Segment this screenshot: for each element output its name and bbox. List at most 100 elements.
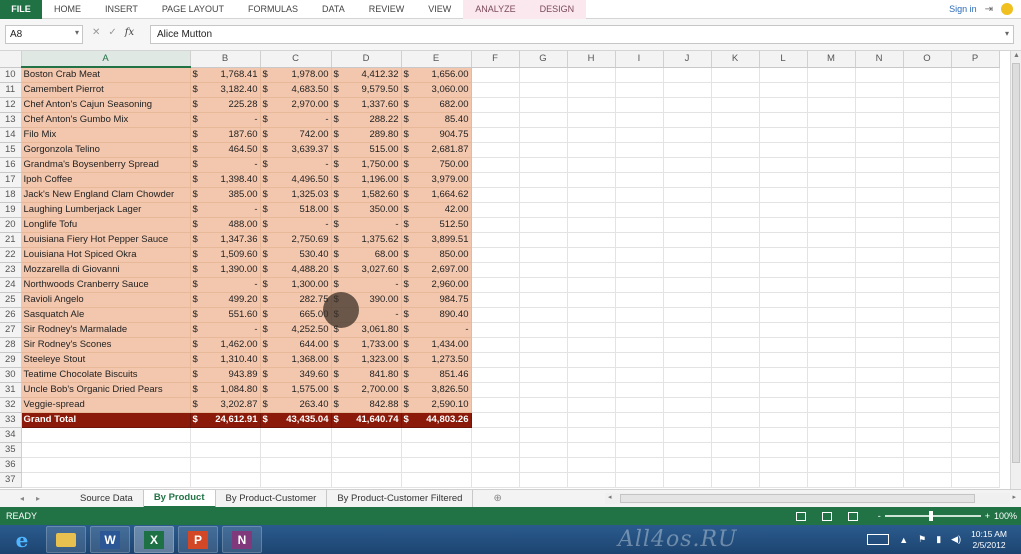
- cell[interactable]: [615, 307, 664, 323]
- cell[interactable]: [471, 202, 520, 218]
- tab-data[interactable]: DATA: [310, 0, 357, 19]
- cell[interactable]: [567, 112, 616, 128]
- cell[interactable]: [615, 67, 664, 83]
- value-cell[interactable]: $1,434.00: [401, 337, 472, 353]
- cell[interactable]: [711, 157, 760, 173]
- product-name-cell[interactable]: Camembert Pierrot: [21, 82, 191, 98]
- row-header[interactable]: 18: [0, 187, 22, 203]
- cell[interactable]: [471, 382, 520, 398]
- zoom-slider-thumb[interactable]: [928, 511, 933, 521]
- cell[interactable]: [260, 457, 332, 473]
- value-cell[interactable]: $518.00: [260, 202, 332, 218]
- column-header-n[interactable]: N: [855, 51, 904, 68]
- zoom-out-button[interactable]: -: [878, 511, 881, 521]
- network-icon[interactable]: ▮: [936, 534, 941, 545]
- product-name-cell[interactable]: Jack's New England Clam Chowder: [21, 187, 191, 203]
- cell[interactable]: [855, 202, 904, 218]
- cell[interactable]: [615, 217, 664, 233]
- cell[interactable]: [190, 472, 261, 488]
- prev-sheet-icon[interactable]: ◂: [20, 494, 24, 503]
- cell[interactable]: [711, 217, 760, 233]
- product-name-cell[interactable]: Veggie-spread: [21, 397, 191, 413]
- cell[interactable]: [759, 397, 808, 413]
- value-cell[interactable]: $-: [260, 157, 332, 173]
- cell[interactable]: [807, 472, 856, 488]
- cell[interactable]: [855, 97, 904, 113]
- cell[interactable]: [759, 262, 808, 278]
- row-header[interactable]: 37: [0, 472, 22, 488]
- cell[interactable]: [519, 97, 568, 113]
- grand-total-value-cell[interactable]: $41,640.74: [331, 412, 402, 428]
- scroll-up-arrow-icon[interactable]: ▲: [1013, 52, 1020, 59]
- cell[interactable]: [759, 157, 808, 173]
- cell[interactable]: [855, 262, 904, 278]
- column-header-j[interactable]: J: [663, 51, 712, 68]
- cell[interactable]: [711, 412, 760, 428]
- row-header[interactable]: 14: [0, 127, 22, 143]
- cell[interactable]: [951, 382, 1000, 398]
- cell[interactable]: [567, 67, 616, 83]
- cell[interactable]: [951, 337, 1000, 353]
- column-header-g[interactable]: G: [519, 51, 568, 68]
- normal-view-icon[interactable]: [795, 511, 806, 521]
- system-clock[interactable]: 10:15 AM 2/5/2012: [971, 529, 1007, 551]
- cell[interactable]: [663, 217, 712, 233]
- row-header[interactable]: 19: [0, 202, 22, 218]
- cell[interactable]: [519, 262, 568, 278]
- product-name-cell[interactable]: Sir Rodney's Scones: [21, 337, 191, 353]
- cell[interactable]: [615, 427, 664, 443]
- value-cell[interactable]: $1,375.62: [331, 232, 402, 248]
- cell[interactable]: [615, 127, 664, 143]
- value-cell[interactable]: $187.60: [190, 127, 261, 143]
- value-cell[interactable]: $644.00: [260, 337, 332, 353]
- tab-home[interactable]: HOME: [42, 0, 93, 19]
- cell[interactable]: [807, 217, 856, 233]
- cell[interactable]: [759, 202, 808, 218]
- cell[interactable]: [567, 217, 616, 233]
- value-cell[interactable]: $841.80: [331, 367, 402, 383]
- value-cell[interactable]: $750.00: [401, 157, 472, 173]
- value-cell[interactable]: $-: [190, 157, 261, 173]
- cell[interactable]: [711, 442, 760, 458]
- cell[interactable]: [567, 157, 616, 173]
- cell[interactable]: [331, 457, 402, 473]
- pin-ribbon-icon[interactable]: ⇥: [985, 4, 993, 15]
- action-center-flag-icon[interactable]: ⚑: [918, 534, 926, 545]
- cell[interactable]: [663, 202, 712, 218]
- value-cell[interactable]: $682.00: [401, 97, 472, 113]
- cell[interactable]: [567, 322, 616, 338]
- tab-review[interactable]: REVIEW: [357, 0, 417, 19]
- value-cell[interactable]: $1,978.00: [260, 67, 332, 83]
- cell[interactable]: [567, 382, 616, 398]
- cell[interactable]: [903, 307, 952, 323]
- cell[interactable]: [519, 352, 568, 368]
- cell[interactable]: [759, 112, 808, 128]
- cell[interactable]: [663, 97, 712, 113]
- row-header[interactable]: 36: [0, 457, 22, 473]
- row-header[interactable]: 22: [0, 247, 22, 263]
- cell[interactable]: [471, 142, 520, 158]
- cell[interactable]: [615, 232, 664, 248]
- cell[interactable]: [190, 457, 261, 473]
- sheet-tab-source-data[interactable]: Source Data: [70, 489, 144, 508]
- cell[interactable]: [855, 157, 904, 173]
- row-header[interactable]: 11: [0, 82, 22, 98]
- sheet-tab-by-product-customer[interactable]: By Product-Customer: [216, 489, 328, 508]
- cell[interactable]: [807, 292, 856, 308]
- product-name-cell[interactable]: Ipoh Coffee: [21, 172, 191, 188]
- cell[interactable]: [903, 352, 952, 368]
- cell[interactable]: [519, 172, 568, 188]
- cell[interactable]: [807, 322, 856, 338]
- value-cell[interactable]: $1,347.36: [190, 232, 261, 248]
- cell[interactable]: [759, 382, 808, 398]
- cell[interactable]: [759, 412, 808, 428]
- cell[interactable]: [807, 202, 856, 218]
- cell[interactable]: [615, 82, 664, 98]
- row-header[interactable]: 21: [0, 232, 22, 248]
- value-cell[interactable]: $2,700.00: [331, 382, 402, 398]
- cell[interactable]: [331, 427, 402, 443]
- cell[interactable]: [807, 127, 856, 143]
- cell[interactable]: [567, 82, 616, 98]
- value-cell[interactable]: $551.60: [190, 307, 261, 323]
- cell[interactable]: [663, 322, 712, 338]
